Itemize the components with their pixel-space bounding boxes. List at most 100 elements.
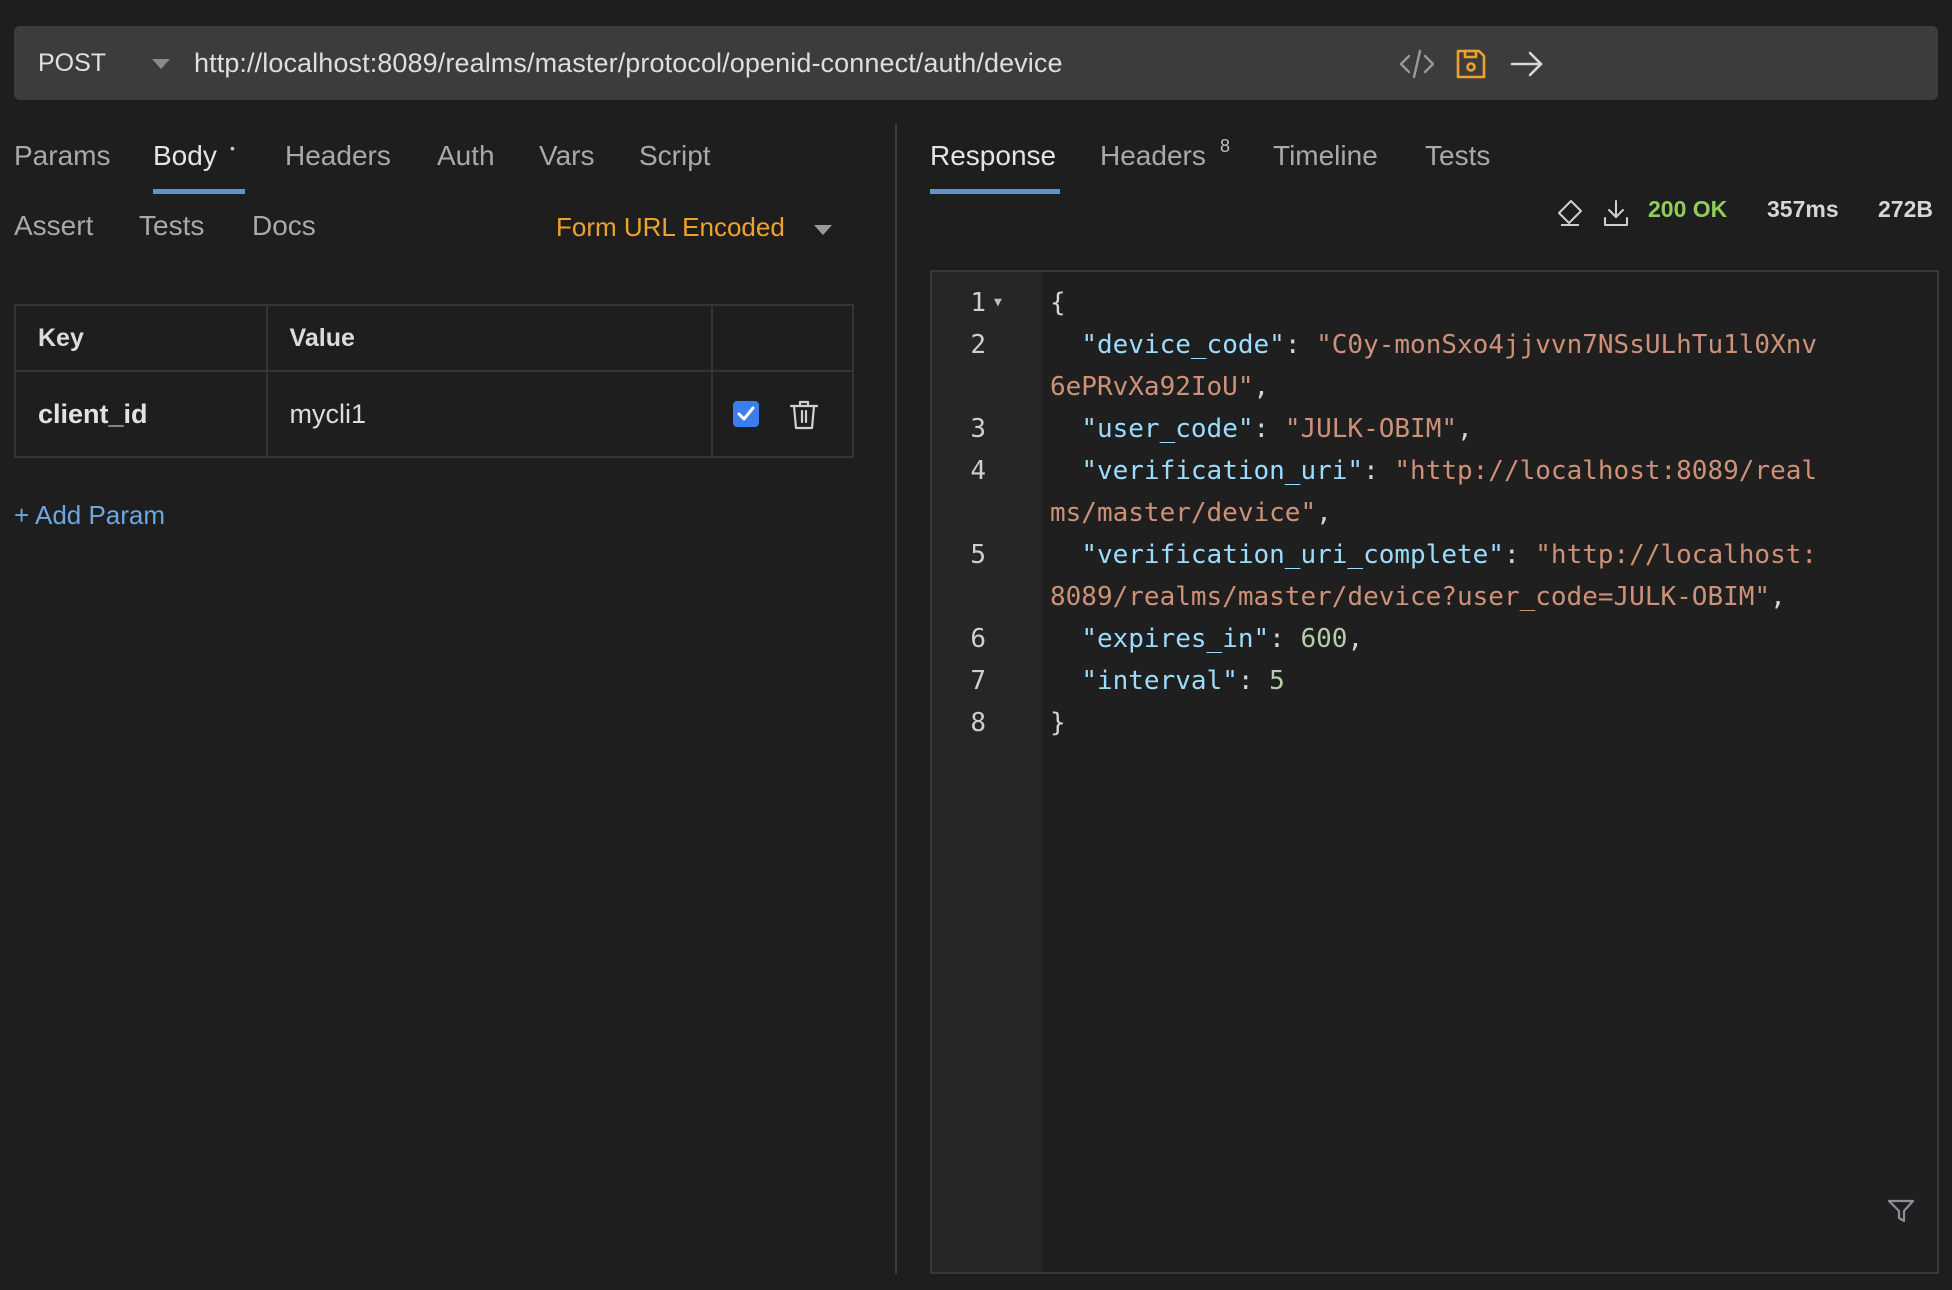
tab-response-tests[interactable]: Tests	[1425, 140, 1490, 172]
column-header-actions	[711, 304, 854, 372]
json-key: "verification_uri"	[1081, 456, 1364, 486]
json-key: "expires_in"	[1081, 624, 1270, 654]
download-icon[interactable]	[1602, 198, 1630, 228]
tab-tests[interactable]: Tests	[139, 210, 204, 242]
tab-vars[interactable]: Vars	[539, 140, 595, 172]
response-time: 357ms	[1767, 196, 1839, 222]
tab-script[interactable]: Script	[639, 140, 711, 172]
tab-response-headers[interactable]: Headers	[1100, 140, 1206, 172]
json-string: "C0y-monSxo4jjvvn7NSsULhTu1l0Xnv	[1316, 330, 1818, 360]
body-mode-selector[interactable]: Form URL Encoded	[556, 212, 785, 243]
param-value-cell[interactable]: mycli1	[265, 370, 714, 458]
line-number: 6	[970, 624, 986, 654]
json-string: "http://localhost:8089/real	[1394, 456, 1818, 486]
param-actions-cell	[711, 370, 854, 458]
json-punctuation: :	[1269, 624, 1301, 654]
column-header-value: Value	[265, 304, 714, 372]
tab-timeline[interactable]: Timeline	[1273, 140, 1378, 172]
table-row: client_id mycli1	[14, 370, 854, 458]
json-punctuation: :	[1363, 456, 1395, 486]
send-arrow-icon[interactable]	[1508, 45, 1546, 83]
code-line: ms/master/device",	[932, 492, 1937, 534]
line-number: 1	[970, 288, 986, 318]
code-line: 3 "user_code": "JULK-OBIM",	[932, 408, 1937, 450]
code-text: }	[1050, 702, 1066, 744]
tab-headers[interactable]: Headers	[285, 140, 391, 172]
json-punctuation: :	[1237, 666, 1270, 696]
code-line: 7 "interval": 5	[932, 660, 1937, 702]
form-params-table: Key Value client_id mycli1	[14, 304, 854, 458]
json-key: "interval"	[1081, 666, 1238, 696]
line-number: 7	[970, 666, 986, 696]
tab-assert[interactable]: Assert	[14, 210, 93, 242]
json-punctuation	[1050, 330, 1081, 360]
json-number: 600	[1300, 624, 1348, 654]
response-status: 200 OK	[1648, 196, 1728, 222]
line-number: 3	[970, 414, 986, 444]
code-line: 8}	[932, 702, 1937, 744]
tab-response[interactable]: Response	[930, 140, 1056, 172]
body-mode-caret-icon[interactable]	[814, 225, 832, 235]
method-dropdown-caret-icon[interactable]	[152, 59, 170, 69]
json-punctuation	[1050, 540, 1081, 570]
line-number: 5	[970, 540, 986, 570]
filter-icon[interactable]	[1886, 1196, 1916, 1226]
param-enabled-checkbox[interactable]	[733, 401, 760, 427]
tab-docs[interactable]: Docs	[252, 210, 316, 242]
json-key: "device_code"	[1081, 330, 1285, 360]
json-punctuation: :	[1253, 414, 1285, 444]
json-punctuation	[1050, 456, 1081, 486]
json-punctuation: ,	[1457, 414, 1473, 444]
line-number: 8	[970, 708, 986, 738]
json-punctuation: :	[1503, 540, 1536, 570]
json-string: 8089/realms/master/device?user_code=JULK…	[1050, 582, 1771, 612]
add-param-button[interactable]: + Add Param	[14, 500, 165, 531]
response-size: 272B	[1878, 196, 1933, 222]
param-key-cell[interactable]: client_id	[14, 370, 268, 458]
code-line: 1 ▼ {	[932, 282, 1937, 324]
fold-toggle-icon[interactable]: ▼	[994, 282, 1002, 324]
code-text: "device_code": "C0y-monSxo4jjvvn7NSsULhT…	[1050, 324, 1817, 366]
code-text: 8089/realms/master/device?user_code=JULK…	[1050, 576, 1786, 618]
json-string: "JULK-OBIM"	[1284, 414, 1457, 444]
json-punctuation: ,	[1770, 582, 1786, 612]
save-icon[interactable]	[1452, 45, 1490, 83]
request-url-bar: POST http://localhost:8089/realms/master…	[14, 26, 1938, 100]
active-tab-underline	[153, 189, 245, 194]
json-key: "verification_uri_complete"	[1081, 540, 1504, 570]
line-number: 4	[970, 456, 986, 486]
tab-body[interactable]: Body	[153, 140, 217, 172]
json-number: 5	[1269, 666, 1285, 696]
tab-params[interactable]: Params	[14, 140, 110, 172]
json-punctuation: {	[1050, 288, 1066, 318]
code-line: 6ePRvXa92IoU",	[932, 366, 1937, 408]
json-punctuation: ,	[1253, 372, 1270, 402]
json-string: 6ePRvXa92IoU"	[1050, 372, 1254, 402]
code-line: 6 "expires_in": 600,	[932, 618, 1937, 660]
code-text: ms/master/device",	[1050, 492, 1332, 534]
json-punctuation	[1050, 414, 1081, 444]
response-json: 1 ▼ {2 "device_code": "C0y-monSxo4jjvvn7NS…	[932, 282, 1937, 744]
json-key: "user_code"	[1081, 414, 1254, 444]
json-punctuation: }	[1050, 708, 1066, 738]
json-punctuation	[1050, 624, 1081, 654]
eraser-icon[interactable]	[1555, 198, 1583, 228]
http-method-selector[interactable]: POST	[38, 26, 106, 100]
trash-icon[interactable]	[787, 397, 821, 431]
json-string: ms/master/device"	[1050, 498, 1317, 528]
table-header-row: Key Value	[14, 304, 854, 372]
request-url-input[interactable]: http://localhost:8089/realms/master/prot…	[194, 26, 1063, 100]
code-line: 5 "verification_uri_complete": "http://l…	[932, 534, 1937, 576]
json-string: "http://localhost:	[1535, 540, 1818, 570]
response-tab-underline	[930, 189, 1060, 194]
json-punctuation	[1050, 666, 1081, 696]
code-line: 8089/realms/master/device?user_code=JULK…	[932, 576, 1937, 618]
body-modified-dot: •	[230, 140, 235, 156]
code-text: "user_code": "JULK-OBIM",	[1050, 408, 1473, 450]
code-icon[interactable]	[1398, 45, 1436, 83]
json-punctuation: :	[1284, 330, 1317, 360]
panel-resize-divider[interactable]	[895, 124, 897, 1274]
tab-auth[interactable]: Auth	[437, 140, 495, 172]
response-body-viewer[interactable]: 1 ▼ {2 "device_code": "C0y-monSxo4jjvvn7NS…	[930, 270, 1939, 1274]
column-header-key: Key	[14, 304, 268, 372]
